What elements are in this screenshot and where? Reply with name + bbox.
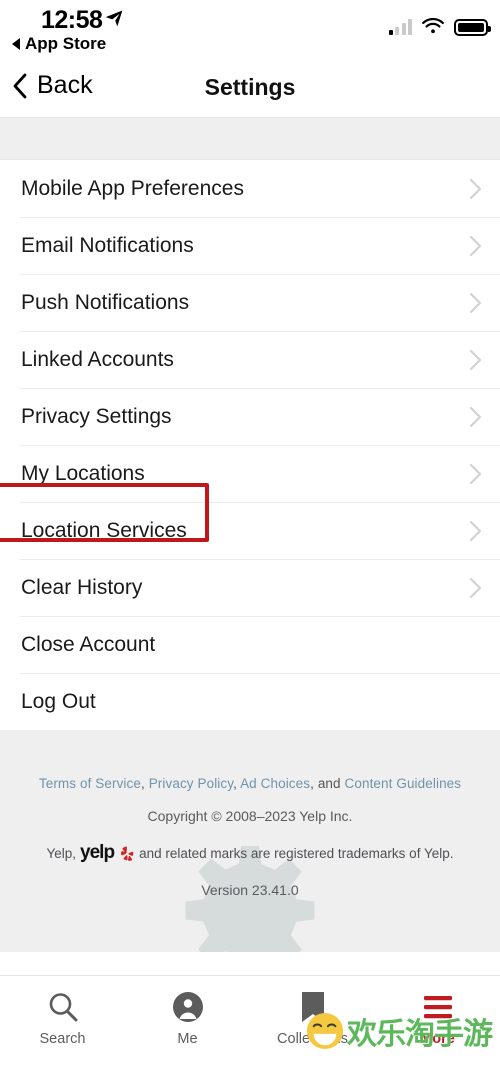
- yelp-burst-icon: [121, 846, 134, 861]
- settings-row-label: Linked Accounts: [21, 347, 174, 371]
- yelp-wordmark: yelp: [80, 842, 115, 863]
- chevron-right-icon: [469, 406, 482, 428]
- link-privacy-policy[interactable]: Privacy Policy: [149, 776, 233, 791]
- chevron-right-icon: [469, 349, 482, 371]
- chevron-right-icon: [469, 577, 482, 599]
- person-circle-icon: [172, 989, 204, 1025]
- triangle-left-icon: [12, 38, 20, 50]
- settings-row-label: Push Notifications: [21, 290, 190, 314]
- chevron-right-icon: [469, 235, 482, 257]
- hamburger-menu-icon: [422, 989, 454, 1025]
- link-ad-choices[interactable]: Ad Choices: [240, 776, 310, 791]
- settings-row-label: Location Services: [21, 518, 187, 542]
- links-sep-1: ,: [140, 776, 149, 791]
- status-bar: 12:58 App Store: [0, 0, 500, 62]
- settings-row-label: My Locations: [21, 461, 145, 485]
- tab-bar: Search Me Collections More: [0, 975, 500, 1065]
- app-screen: 12:58 App Store Back Settings Mobile App…: [0, 0, 500, 1065]
- settings-row-label: Clear History: [21, 575, 143, 599]
- tab-search[interactable]: Search: [0, 989, 125, 1047]
- settings-row-label: Mobile App Preferences: [21, 176, 244, 200]
- wifi-icon: [422, 18, 444, 34]
- trademark-suffix: and related marks are registered tradema…: [139, 845, 454, 861]
- status-bar-indicators: [388, 18, 491, 36]
- settings-row-log-out[interactable]: Log Out: [0, 673, 500, 730]
- search-icon: [46, 989, 80, 1025]
- tab-more[interactable]: More: [375, 989, 500, 1047]
- link-terms-of-service[interactable]: Terms of Service: [39, 776, 141, 791]
- settings-row-location-services[interactable]: Location Services: [0, 483, 500, 559]
- trademark-prefix: Yelp,: [46, 845, 77, 861]
- tab-collections[interactable]: Collections: [250, 989, 375, 1047]
- page-title: Settings: [204, 74, 296, 100]
- tab-label: Collections: [277, 1031, 348, 1047]
- section-spacer: [0, 117, 500, 160]
- copyright-text: Copyright © 2008–2023 Yelp Inc.: [147, 808, 353, 824]
- chevron-right-icon: [469, 520, 482, 542]
- settings-row-clear-history[interactable]: Clear History: [0, 559, 500, 616]
- tab-label: Me: [177, 1031, 198, 1047]
- tab-label: More: [420, 1031, 455, 1047]
- bookmark-icon: [299, 989, 327, 1025]
- chevron-right-icon: [469, 292, 482, 314]
- settings-row-label: Log Out: [21, 689, 96, 713]
- settings-row-push-notifications[interactable]: Push Notifications: [0, 274, 500, 331]
- status-bar-time: 12:58: [41, 6, 103, 34]
- cellular-signal-icon: [388, 19, 412, 35]
- version-text: Version 23.41.0: [201, 882, 299, 898]
- chevron-right-icon: [469, 463, 482, 485]
- trademark-text: Yelp, yelp and related marks are registe…: [0, 842, 500, 864]
- battery-full-icon: [454, 18, 491, 36]
- return-app-label: App Store: [25, 34, 107, 53]
- settings-row-mobile-app-preferences[interactable]: Mobile App Preferences: [0, 160, 500, 217]
- settings-row-label: Close Account: [21, 632, 156, 656]
- tab-me[interactable]: Me: [125, 989, 250, 1047]
- return-to-app-store-button[interactable]: App Store: [12, 34, 106, 54]
- settings-row-privacy-settings[interactable]: Privacy Settings: [0, 388, 500, 445]
- location-arrow-icon: [105, 10, 123, 27]
- settings-row-my-locations[interactable]: My Locations: [0, 445, 500, 502]
- settings-row-label: Email Notifications: [21, 233, 194, 257]
- settings-list: Mobile App Preferences Email Notification…: [0, 160, 500, 730]
- settings-row-close-account[interactable]: Close Account: [0, 616, 500, 673]
- navigation-bar: Back Settings: [0, 62, 500, 117]
- links-and: , and: [310, 776, 345, 791]
- settings-row-email-notifications[interactable]: Email Notifications: [0, 217, 500, 274]
- link-content-guidelines[interactable]: Content Guidelines: [345, 776, 462, 791]
- settings-row-label: Privacy Settings: [21, 404, 172, 428]
- tab-label: Search: [39, 1031, 86, 1047]
- settings-row-linked-accounts[interactable]: Linked Accounts: [0, 331, 500, 388]
- footer-links: Terms of Service, Privacy Policy, Ad Cho…: [0, 776, 500, 791]
- chevron-right-icon: [469, 178, 482, 200]
- footer: Terms of Service, Privacy Policy, Ad Cho…: [0, 730, 500, 952]
